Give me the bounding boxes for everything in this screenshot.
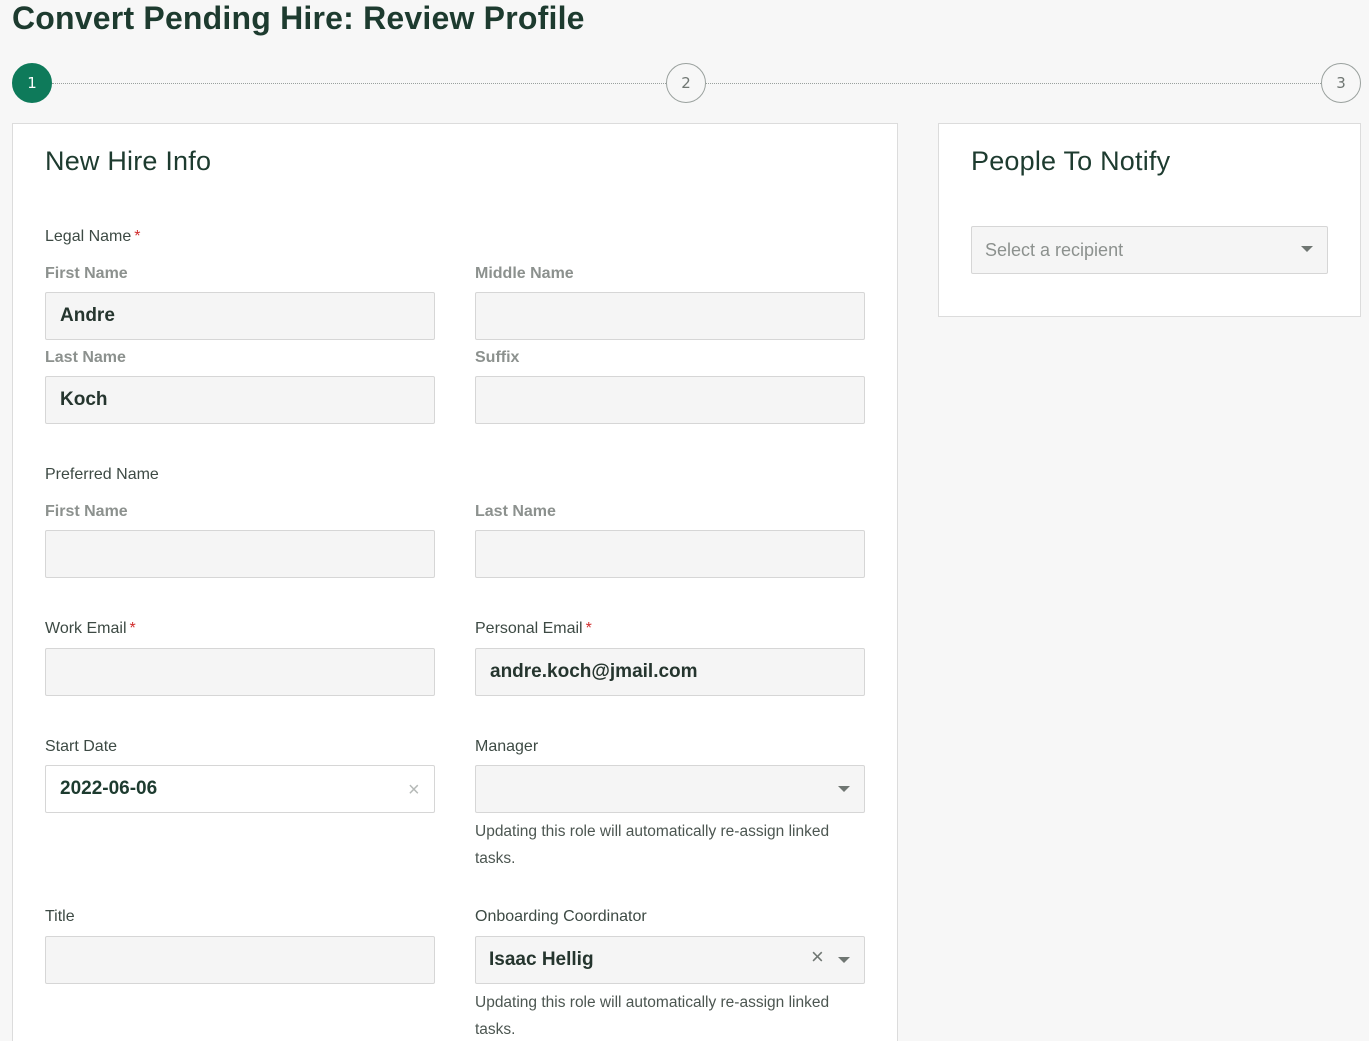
first-name-label: First Name [45, 265, 128, 282]
suffix-input[interactable] [475, 376, 865, 424]
first-name-input[interactable]: Andre [45, 292, 435, 340]
new-hire-info-title: New Hire Info [45, 146, 212, 176]
step-3[interactable]: 3 [1321, 63, 1361, 103]
stepper: 1 2 3 [12, 63, 1362, 105]
recipient-placeholder: Select a recipient [985, 239, 1124, 260]
preferred-first-name-label: First Name [45, 503, 128, 520]
new-hire-info-card: New Hire Info Legal Name * First Name And… [12, 123, 898, 1041]
last-name-input[interactable]: Koch [45, 376, 435, 424]
preferred-first-name-input[interactable] [45, 530, 435, 578]
people-to-notify-card: People To Notify Select a recipient [938, 123, 1361, 317]
people-to-notify-title: People To Notify [971, 146, 1171, 176]
personal-email-input[interactable]: andre.koch@jmail.com [475, 648, 865, 696]
title-label: Title [45, 908, 75, 925]
start-date-input[interactable]: 2022-06-06 [45, 765, 435, 813]
work-email-input[interactable] [45, 648, 435, 696]
preferred-name-label: Preferred Name [45, 466, 159, 483]
onboarding-coordinator-hint: Updating this role will automatically re… [475, 994, 830, 1038]
page-title: Convert Pending Hire: Review Profile [12, 0, 585, 36]
preferred-last-name-input[interactable] [475, 530, 865, 578]
manager-chevron-down-icon[interactable] [838, 786, 850, 792]
page: Convert Pending Hire: Review Profile 1 2… [0, 0, 1369, 1041]
start-date-clear-icon[interactable]: × [408, 780, 420, 800]
legal-name-label: Legal Name * [45, 228, 141, 246]
recipient-select[interactable]: Select a recipient [971, 226, 1328, 274]
work-email-label-text: Work Email [45, 620, 127, 637]
stepper-connector-1 [52, 83, 666, 84]
last-name-label: Last Name [45, 349, 126, 366]
onboarding-coordinator-label: Onboarding Coordinator [475, 908, 647, 925]
page-title-prefix: Convert Pending Hire: [12, 0, 364, 36]
manager-label: Manager [475, 738, 539, 755]
manager-select[interactable] [475, 765, 865, 813]
suffix-label: Suffix [475, 349, 520, 366]
title-input[interactable] [45, 936, 435, 984]
onboarding-coordinator-clear-icon[interactable]: × [811, 946, 824, 968]
middle-name-input[interactable] [475, 292, 865, 340]
personal-email-label-text: Personal Email [475, 620, 583, 637]
onboarding-coordinator-select[interactable]: Isaac Hellig [475, 936, 865, 984]
page-title-bold: Review Profile [363, 0, 585, 36]
start-date-label: Start Date [45, 738, 118, 755]
middle-name-label: Middle Name [475, 265, 574, 282]
personal-email-label: Personal Email * [475, 620, 592, 638]
required-mark: * [129, 620, 136, 637]
start-date-value: 2022-06-06 [60, 778, 158, 799]
recipient-chevron-down-icon[interactable] [1301, 246, 1313, 252]
onboarding-coordinator-chevron-down-icon[interactable] [838, 957, 850, 963]
required-mark: * [585, 620, 592, 637]
preferred-last-name-label: Last Name [475, 503, 556, 520]
step-1[interactable]: 1 [12, 63, 52, 103]
work-email-label: Work Email * [45, 620, 136, 638]
onboarding-coordinator-value: Isaac Hellig [489, 949, 594, 970]
legal-name-label-text: Legal Name [45, 228, 132, 245]
manager-hint: Updating this role will automatically re… [475, 823, 830, 867]
required-mark: * [134, 228, 141, 245]
stepper-connector-2 [706, 83, 1321, 84]
step-2[interactable]: 2 [666, 63, 706, 103]
